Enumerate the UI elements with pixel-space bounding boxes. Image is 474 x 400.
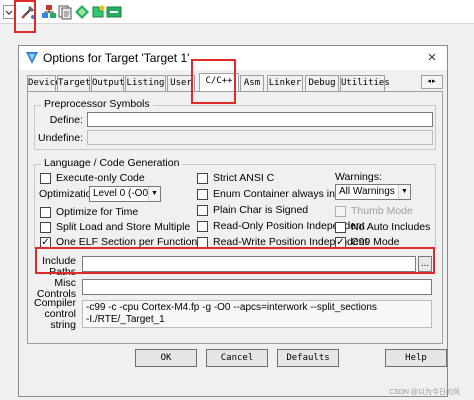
no-auto-includes-label: No Auto Includes <box>351 221 431 233</box>
thumb-mode-checkbox[interactable]: Thumb Mode <box>335 205 413 217</box>
preprocessor-symbols-title: Preprocessor Symbols <box>41 98 153 110</box>
tab-user[interactable]: User <box>167 75 195 91</box>
optimization-value: Level 0 (-O0) <box>93 188 152 199</box>
read-write-pi-checkbox-box[interactable] <box>197 236 208 248</box>
no-auto-includes-checkbox-box[interactable] <box>335 221 346 233</box>
undefine-input[interactable] <box>87 130 433 145</box>
cancel-button[interactable]: Cancel <box>206 349 268 367</box>
preprocessor-symbols-group: Preprocessor Symbols Define: Undefine: <box>34 98 436 150</box>
enum-container-label: Enum Container always int <box>213 188 338 200</box>
toolbar <box>0 0 474 24</box>
tab-listing[interactable]: Listing <box>125 75 166 91</box>
tab-asm[interactable]: Asm <box>240 75 264 91</box>
dialog-titlebar: Options for Target 'Target 1' × <box>19 46 447 70</box>
tab-linker[interactable]: Linker <box>267 75 303 91</box>
strict-ansi-checkbox-box[interactable] <box>197 172 208 184</box>
compiler-control-string-label: Compiler control string <box>33 297 76 331</box>
dropdown-arrow-icon[interactable] <box>3 4 15 20</box>
read-only-pi-checkbox-box[interactable] <box>197 220 208 232</box>
split-load-store-checkbox-box[interactable] <box>40 221 51 233</box>
tab-c-cpp[interactable]: C/C++ <box>199 73 239 92</box>
strict-ansi-checkbox[interactable]: Strict ANSI C <box>197 172 274 184</box>
optimize-for-time-label: Optimize for Time <box>56 206 139 218</box>
undefine-label: Undefine: <box>38 132 83 144</box>
ok-button[interactable]: OK <box>135 349 197 367</box>
compiler-control-line-2: -I./RTE/_Target_1 <box>86 314 165 325</box>
tab-output[interactable]: Output <box>91 75 125 91</box>
pack-installer-icon[interactable] <box>90 4 106 20</box>
keil-logo-icon <box>26 52 38 64</box>
include-paths-label: Include Paths <box>42 255 76 278</box>
manage-project-items-icon[interactable] <box>41 4 57 20</box>
watermark: CSDN @以为今日的风 <box>389 389 460 396</box>
chevron-down-icon: ▼ <box>148 187 160 201</box>
c99-mode-checkbox-box[interactable]: ✓ <box>335 236 346 248</box>
options-dialog: Options for Target 'Target 1' × Device T… <box>18 45 448 397</box>
compiler-control-string-box: -c99 -c -cpu Cortex-M4.fp -g -O0 --apcs=… <box>82 300 432 328</box>
c99-mode-label: C99 Mode <box>351 236 400 248</box>
one-elf-section-label: One ELF Section per Function <box>56 236 198 248</box>
optimize-for-time-checkbox[interactable]: Optimize for Time <box>40 206 138 218</box>
warnings-select[interactable]: All Warnings ▼ <box>335 184 411 200</box>
defaults-button[interactable]: Defaults <box>277 349 339 367</box>
dialog-title: Options for Target 'Target 1' <box>43 51 190 65</box>
plain-char-signed-checkbox[interactable]: Plain Char is Signed <box>197 204 308 216</box>
misc-controls-input[interactable] <box>82 279 432 295</box>
strict-ansi-label: Strict ANSI C <box>213 172 275 184</box>
include-paths-input[interactable] <box>82 256 416 272</box>
options-for-target-icon[interactable] <box>20 4 36 20</box>
language-code-generation-title: Language / Code Generation <box>41 157 183 169</box>
optimization-select[interactable]: Level 0 (-O0) ▼ <box>89 186 161 202</box>
split-load-store-label: Split Load and Store Multiple <box>56 221 191 233</box>
select-packs-icon[interactable] <box>74 4 90 20</box>
tab-target[interactable]: Target <box>57 75 91 91</box>
language-code-generation-group: Language / Code Generation Execute-only … <box>34 157 436 249</box>
one-elf-section-checkbox[interactable]: ✓ One ELF Section per Function <box>40 236 197 248</box>
enum-container-checkbox-box[interactable] <box>197 188 208 200</box>
optimize-for-time-checkbox-box[interactable] <box>40 206 51 218</box>
execute-only-checkbox-box[interactable] <box>40 172 51 184</box>
compiler-control-line-1: -c99 -c -cpu Cortex-M4.fp -g -O0 --apcs=… <box>86 302 377 313</box>
tab-strip: Device Target Output Listing User C/C++ … <box>27 73 443 92</box>
manage-run-time-environment-icon[interactable] <box>106 4 122 20</box>
tab-utilities[interactable]: Utilities <box>340 75 390 91</box>
file-extensions-icon[interactable] <box>57 4 73 20</box>
define-label: Define: <box>49 114 83 126</box>
no-auto-includes-checkbox[interactable]: No Auto Includes <box>335 221 430 233</box>
thumb-mode-checkbox-box[interactable] <box>335 205 346 217</box>
plain-char-signed-label: Plain Char is Signed <box>213 204 309 216</box>
help-button[interactable]: Help <box>385 349 447 367</box>
thumb-mode-label: Thumb Mode <box>351 205 413 217</box>
c-cpp-page: Preprocessor Symbols Define: Undefine: L… <box>27 91 443 344</box>
enum-container-checkbox[interactable]: Enum Container always int <box>197 188 338 200</box>
tab-scroll-arrows[interactable]: ◂▸ <box>421 75 443 89</box>
warnings-value: All Warnings <box>339 186 395 197</box>
split-load-store-checkbox[interactable]: Split Load and Store Multiple <box>40 221 190 233</box>
warnings-label: Warnings: <box>335 171 382 183</box>
include-paths-browse-button[interactable]: ... <box>418 256 432 272</box>
c99-mode-checkbox[interactable]: ✓ C99 Mode <box>335 236 399 248</box>
close-icon[interactable]: × <box>423 49 441 67</box>
tab-debug[interactable]: Debug <box>305 75 339 91</box>
chevron-down-icon: ▼ <box>398 185 410 199</box>
tab-device[interactable]: Device <box>27 75 61 91</box>
execute-only-label: Execute-only Code <box>56 172 145 184</box>
plain-char-signed-checkbox-box[interactable] <box>197 204 208 216</box>
one-elf-section-checkbox-box[interactable]: ✓ <box>40 236 51 248</box>
execute-only-checkbox[interactable]: Execute-only Code <box>40 172 145 184</box>
define-input[interactable] <box>87 112 433 127</box>
